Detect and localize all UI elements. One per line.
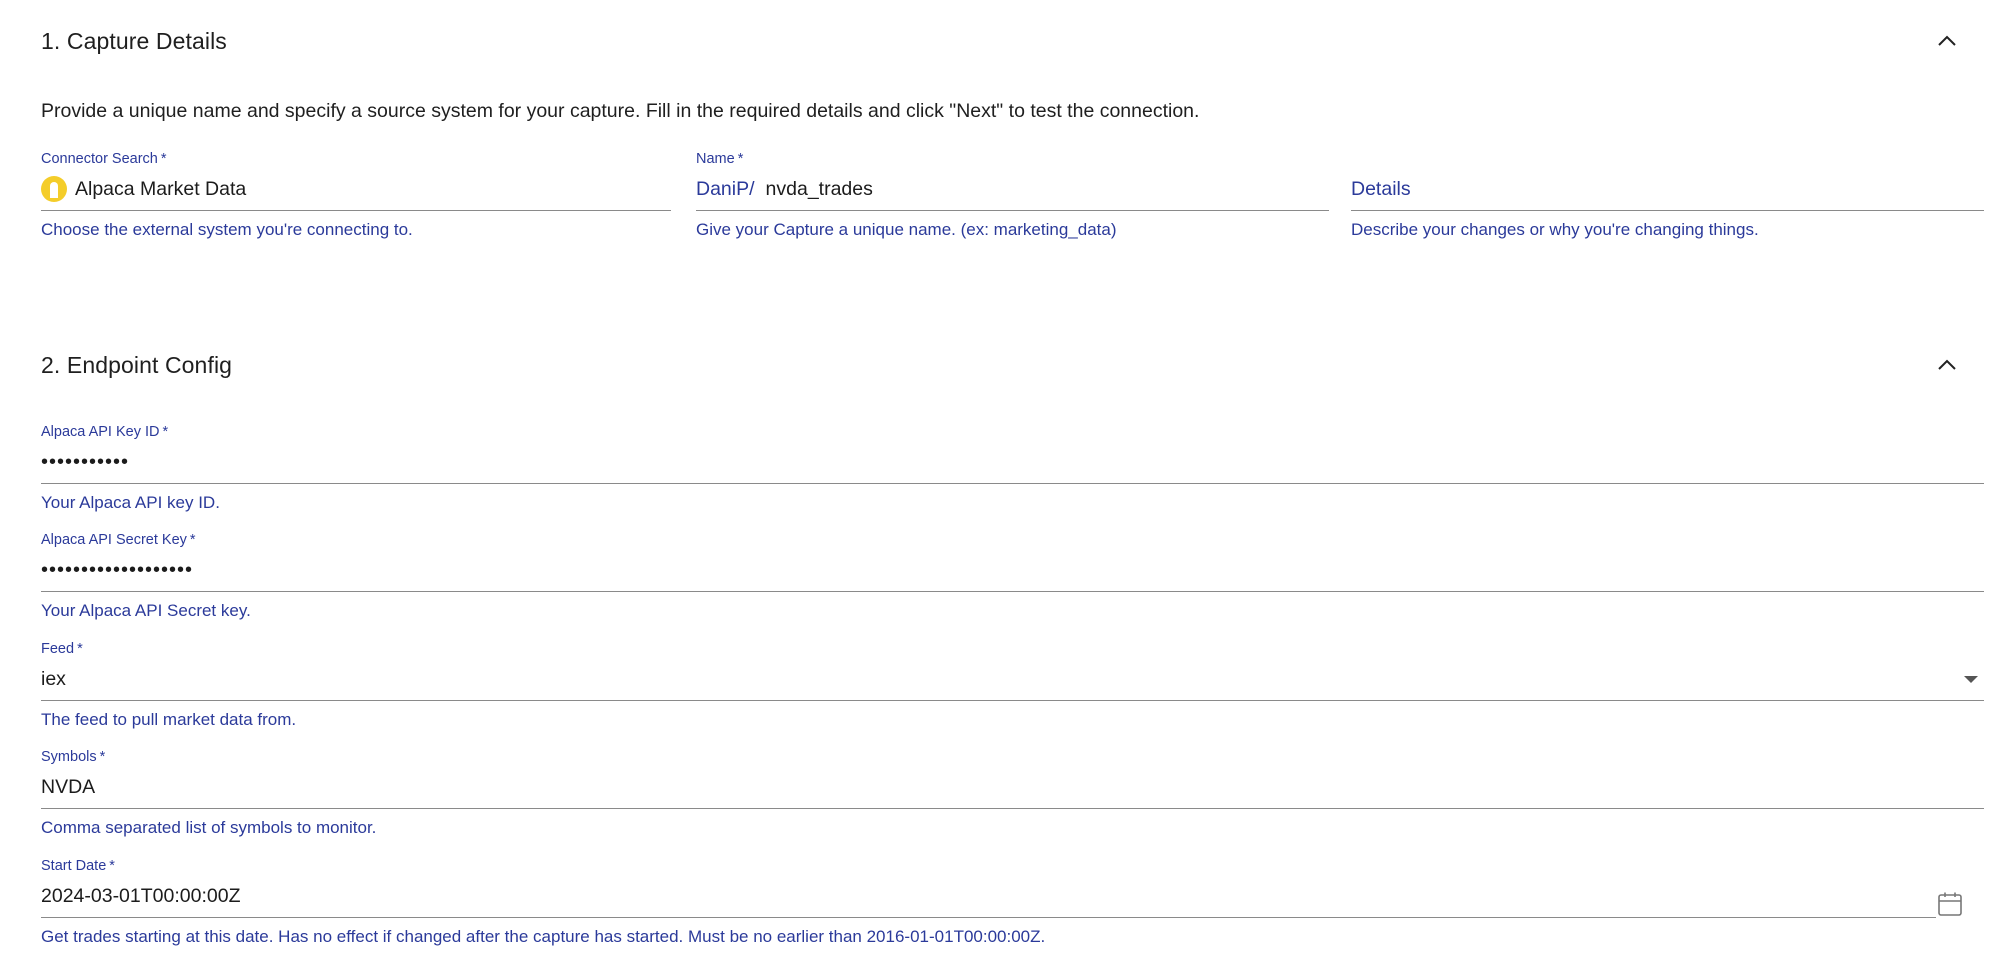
api-key-id-field: Alpaca API Key ID * ••••••••••• Your Alpa…	[41, 423, 1984, 513]
start-date-input[interactable]: 2024-03-01T00:00:00Z	[41, 875, 1936, 918]
helper-text: Your Alpaca API Secret key.	[41, 601, 251, 620]
section-title: 2. Endpoint Config	[41, 351, 233, 378]
name-field: Name * DaniP/ nvda_trades Give your Captu…	[696, 150, 1329, 240]
chevron-up-icon[interactable]	[1935, 29, 1959, 53]
helper-text: Your Alpaca API key ID.	[41, 493, 220, 512]
start-date-value: 2024-03-01T00:00:00Z	[41, 884, 241, 907]
name-input[interactable]: DaniP/ nvda_trades	[696, 168, 1329, 211]
helper-text: Choose the external system you're connec…	[41, 220, 413, 239]
section-endpoint-config-header[interactable]: 2. Endpoint Config	[41, 345, 1959, 385]
details-placeholder: Details	[1351, 177, 1411, 200]
details-input[interactable]: Details	[1351, 168, 1984, 211]
dropdown-arrow-icon[interactable]	[1964, 676, 1978, 683]
helper-text: Comma separated list of symbols to monit…	[41, 818, 377, 837]
section-description: Provide a unique name and specify a sour…	[41, 100, 1200, 122]
helper-text: Give your Capture a unique name. (ex: ma…	[696, 220, 1117, 239]
field-label: Feed *	[41, 641, 83, 657]
field-label: Connector Search *	[41, 151, 167, 167]
symbols-input[interactable]: NVDA	[41, 766, 1984, 809]
alpaca-logo-icon	[41, 176, 67, 202]
field-label: Symbols *	[41, 749, 106, 765]
masked-value: •••••••••••••••••••	[41, 558, 194, 581]
masked-value: •••••••••••	[41, 450, 130, 473]
symbols-field: Symbols * NVDA Comma separated list of sy…	[41, 748, 1984, 838]
details-field: Details Describe your changes or why you…	[1351, 150, 1984, 240]
chevron-up-icon[interactable]	[1935, 353, 1959, 377]
name-prefix: DaniP/	[696, 177, 755, 200]
field-label: Alpaca API Secret Key *	[41, 532, 196, 548]
feed-value: iex	[41, 667, 66, 690]
field-label: Alpaca API Key ID *	[41, 424, 169, 440]
feed-field: Feed * iex The feed to pull market data f…	[41, 640, 1984, 730]
field-label: Start Date *	[41, 858, 115, 874]
start-date-field: Start Date * 2024-03-01T00:00:00Z Get tra…	[41, 857, 1936, 947]
feed-select[interactable]: iex	[41, 658, 1984, 701]
helper-text: Get trades starting at this date. Has no…	[41, 927, 1046, 946]
calendar-icon[interactable]	[1937, 891, 1963, 917]
field-label: Name *	[696, 151, 744, 167]
helper-text: Describe your changes or why you're chan…	[1351, 220, 1759, 239]
symbols-value: NVDA	[41, 775, 96, 798]
connector-value: Alpaca Market Data	[75, 177, 247, 200]
api-key-id-input[interactable]: •••••••••••	[41, 441, 1984, 484]
api-secret-key-field: Alpaca API Secret Key * •••••••••••••••••…	[41, 531, 1984, 621]
connector-search-input[interactable]: Alpaca Market Data	[41, 168, 671, 211]
helper-text: The feed to pull market data from.	[41, 710, 297, 729]
connector-search-field: Connector Search * Alpaca Market Data Cho…	[41, 150, 671, 240]
api-secret-key-input[interactable]: •••••••••••••••••••	[41, 549, 1984, 592]
section-capture-details-header[interactable]: 1. Capture Details	[41, 21, 1959, 61]
section-title: 1. Capture Details	[41, 27, 227, 54]
name-value: nvda_trades	[765, 177, 873, 200]
